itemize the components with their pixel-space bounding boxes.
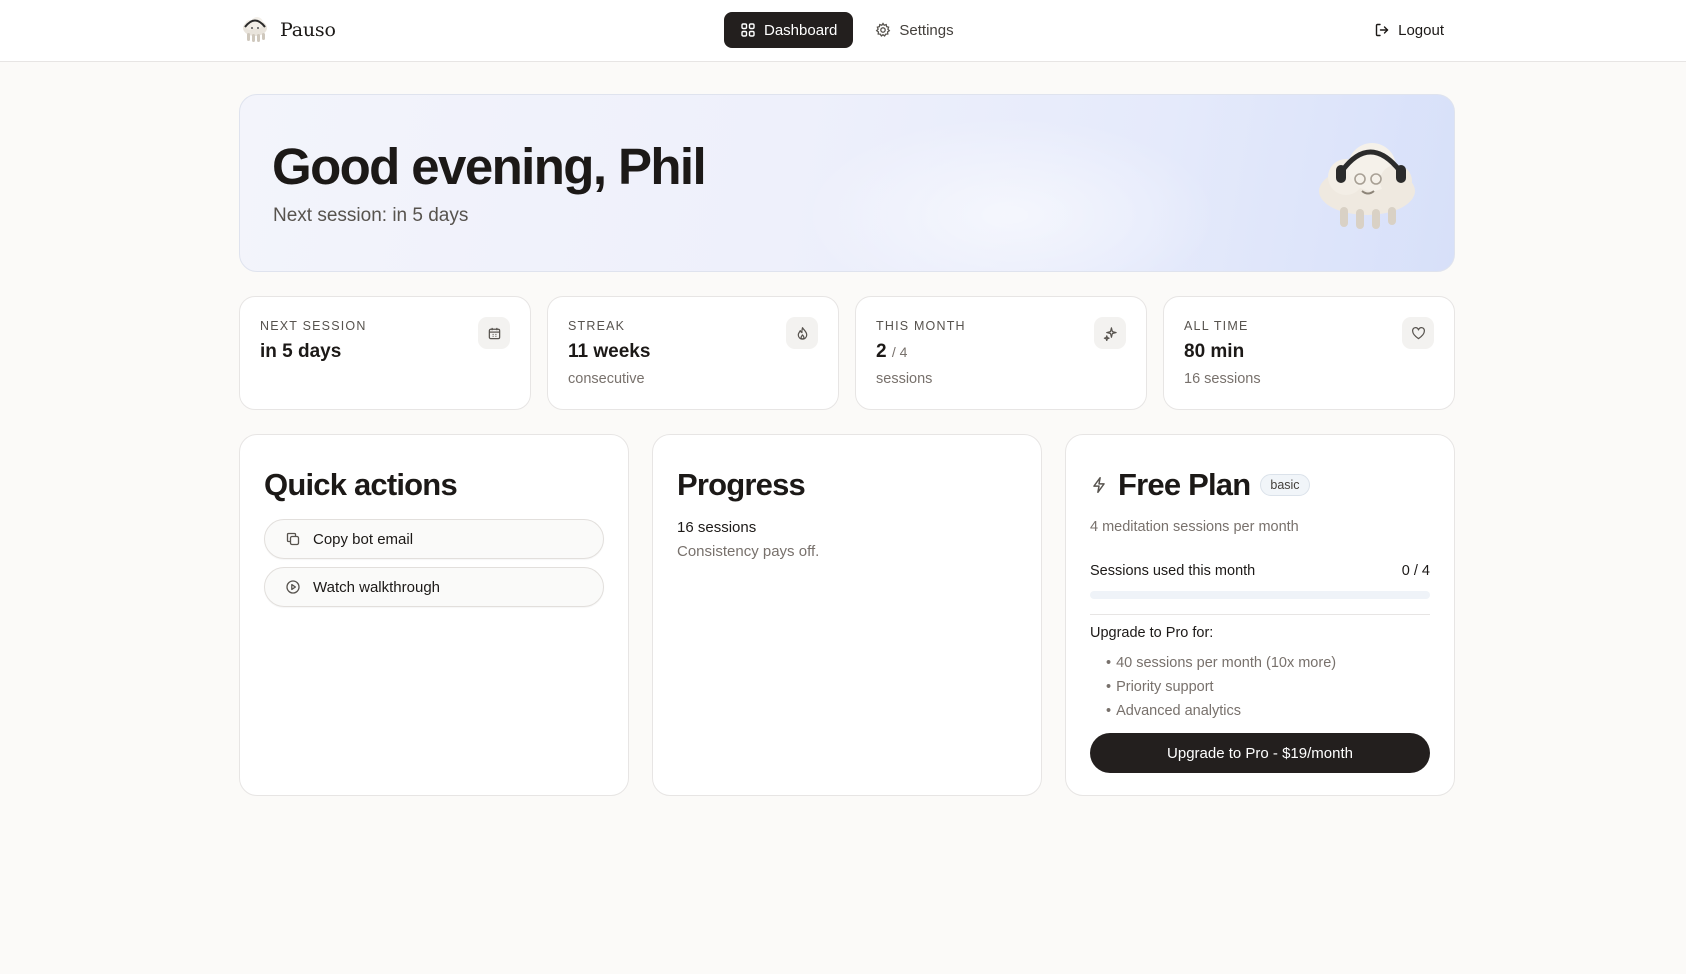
main-nav: Dashboard Settings bbox=[724, 12, 970, 48]
cloud-mascot-logo-icon bbox=[243, 17, 267, 42]
logout-button[interactable]: Logout bbox=[1374, 12, 1444, 48]
progress-panel: Progress 16 sessions Consistency pays of… bbox=[652, 434, 1042, 796]
logout-icon bbox=[1375, 23, 1389, 37]
upgrade-to-pro-button[interactable]: Upgrade to Pro - $19/month bbox=[1090, 733, 1430, 773]
divider bbox=[1090, 614, 1430, 615]
sparkles-icon bbox=[1103, 326, 1117, 341]
next-session-subtitle: Next session: in 5 days bbox=[273, 205, 469, 226]
logout-label: Logout bbox=[1398, 21, 1444, 39]
button-label: Copy bot email bbox=[313, 530, 414, 548]
nav-tab-label: Dashboard bbox=[764, 21, 838, 39]
stat-label: NEXT SESSION bbox=[260, 319, 367, 333]
stat-card-next-session: NEXT SESSION in 5 days bbox=[239, 296, 531, 410]
stat-icon-wrapper bbox=[1094, 317, 1126, 349]
stat-value: 80 min bbox=[1184, 341, 1245, 362]
stat-icon-wrapper bbox=[786, 317, 818, 349]
nav-tab-label: Settings bbox=[899, 21, 954, 39]
nav-tab-settings[interactable]: Settings bbox=[859, 12, 969, 48]
heart-icon bbox=[1411, 326, 1425, 339]
stat-label: ALL TIME bbox=[1184, 319, 1249, 333]
usage-count: 0 / 4 bbox=[1401, 563, 1430, 579]
plan-badge: basic bbox=[1260, 474, 1310, 496]
progress-title: Progress bbox=[677, 467, 806, 502]
plan-title: Free Plan bbox=[1118, 467, 1251, 502]
nav-tab-dashboard[interactable]: Dashboard bbox=[724, 12, 854, 48]
calendar-icon bbox=[488, 327, 500, 339]
copy-icon bbox=[286, 532, 300, 546]
pro-perks-list: 40 sessions per month (10x more) Priorit… bbox=[1106, 651, 1336, 723]
stat-icon-wrapper bbox=[1402, 317, 1434, 349]
brand-name: Pauso bbox=[280, 19, 336, 41]
upgrade-heading: Upgrade to Pro for: bbox=[1090, 625, 1214, 641]
perk-item: 40 sessions per month (10x more) bbox=[1106, 651, 1336, 675]
progress-session-count: 16 sessions bbox=[677, 519, 757, 536]
copy-bot-email-button[interactable]: Copy bot email bbox=[264, 519, 604, 559]
stat-denominator: / 4 bbox=[891, 344, 908, 360]
plan-panel: Free Plan basic 4 meditation sessions pe… bbox=[1065, 434, 1455, 796]
top-navigation-bar: Pauso Dashboard Settings Logout bbox=[0, 0, 1686, 62]
stat-icon-wrapper bbox=[478, 317, 510, 349]
play-circle-icon bbox=[286, 580, 300, 594]
progress-note: Consistency pays off. bbox=[677, 543, 820, 560]
brand[interactable]: Pauso bbox=[240, 15, 336, 45]
stat-subtext: consecutive bbox=[568, 371, 645, 387]
cloud-mascot-headphones-icon bbox=[1319, 143, 1415, 229]
stat-card-all-time: ALL TIME 80 min 16 sessions bbox=[1163, 296, 1455, 410]
stat-value: in 5 days bbox=[260, 341, 342, 362]
hero-cloud-decoration bbox=[800, 115, 1220, 271]
plan-description: 4 meditation sessions per month bbox=[1090, 519, 1299, 535]
stat-value: 11 weeks bbox=[568, 341, 651, 362]
usage-progress-bar bbox=[1090, 591, 1430, 599]
stat-value: 2 / 4 bbox=[876, 341, 908, 362]
plan-header: Free Plan basic bbox=[1090, 467, 1310, 503]
perk-item: Priority support bbox=[1106, 675, 1336, 699]
stat-subtext: 16 sessions bbox=[1184, 371, 1261, 387]
button-label: Watch walkthrough bbox=[313, 578, 441, 596]
greeting-title: Good evening, Phil bbox=[272, 138, 707, 195]
usage-label: Sessions used this month bbox=[1090, 563, 1256, 579]
stat-label: STREAK bbox=[568, 319, 626, 333]
greeting-hero: Good evening, Phil Next session: in 5 da… bbox=[239, 94, 1455, 272]
gear-icon bbox=[876, 22, 891, 37]
stat-card-this-month: THIS MONTH 2 / 4 sessions bbox=[855, 296, 1147, 410]
lightning-bolt-icon bbox=[1093, 476, 1105, 494]
stat-label: THIS MONTH bbox=[876, 319, 966, 333]
quick-actions-title: Quick actions bbox=[264, 467, 458, 502]
dashboard-grid-icon bbox=[741, 23, 755, 37]
stat-subtext: sessions bbox=[876, 371, 933, 387]
flame-icon bbox=[797, 326, 807, 340]
stat-card-streak: STREAK 11 weeks consecutive bbox=[547, 296, 839, 410]
watch-walkthrough-button[interactable]: Watch walkthrough bbox=[264, 567, 604, 607]
quick-actions-panel: Quick actions Copy bot email Watch walkt… bbox=[239, 434, 629, 796]
perk-item: Advanced analytics bbox=[1106, 699, 1336, 723]
